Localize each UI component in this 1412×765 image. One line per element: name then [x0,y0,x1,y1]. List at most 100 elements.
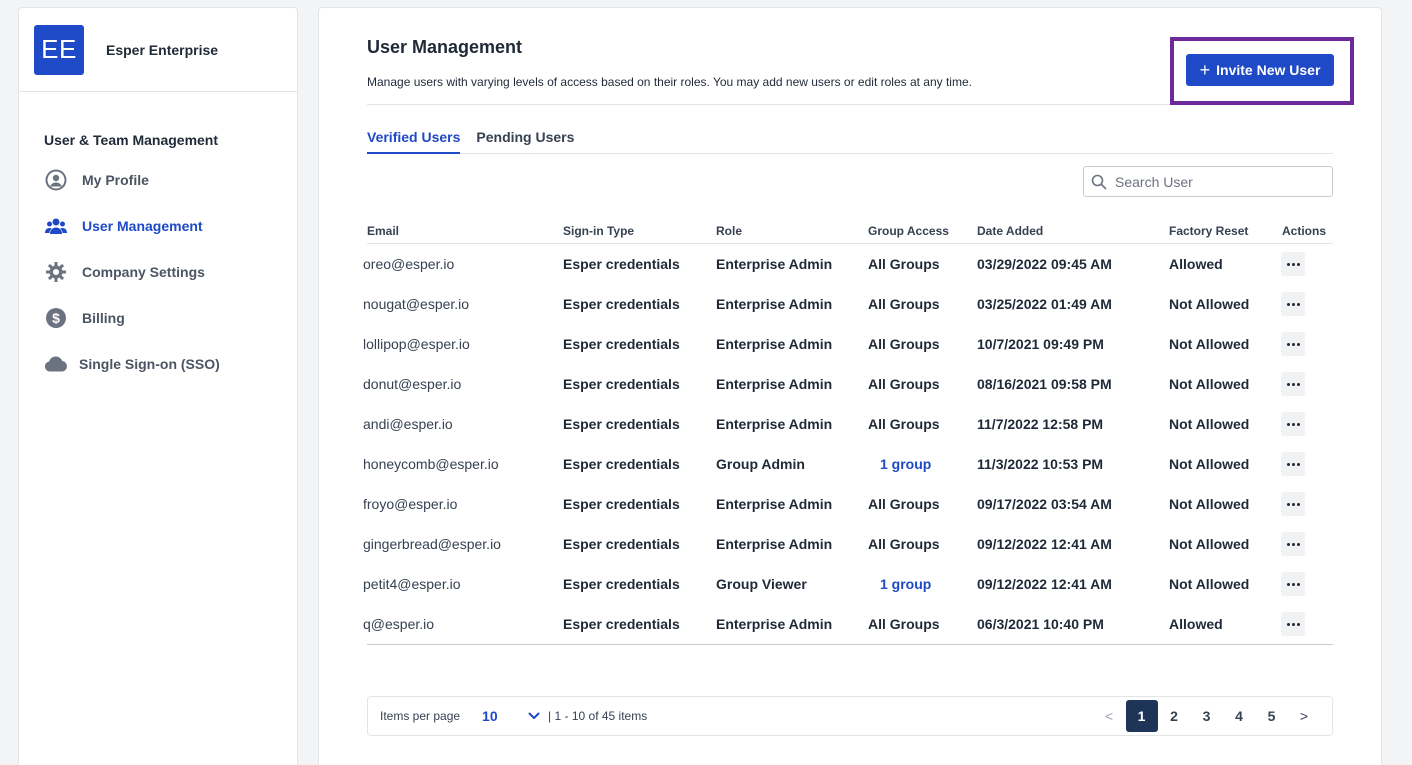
table-row: gingerbread@esper.io Esper credentials Ent… [363,524,1333,564]
next-page-button[interactable]: > [1288,700,1320,732]
cell-factory-reset: Not Allowed [1169,496,1250,512]
cell-group-access: All Groups [868,416,940,432]
brand-name: Esper Enterprise [106,41,219,58]
cell-email: q@esper.io [363,616,435,632]
cell-signin-type: Esper credentials [563,256,680,272]
search-input[interactable] [1115,173,1315,190]
cell-group-access[interactable]: 1 group [880,444,931,484]
sidebar-item-billing[interactable]: $ Billing [44,304,297,332]
main-panel: User Management Manage users with varyin… [318,7,1382,765]
table-row: honeycomb@esper.io Esper credentials Group… [363,444,1333,484]
chevron-down-icon [528,707,540,725]
column-header-role[interactable]: Role [716,224,742,238]
more-horizontal-icon [1286,502,1301,506]
cell-role: Enterprise Admin [716,496,833,512]
sidebar-item-my-profile[interactable]: My Profile [44,166,297,194]
row-actions-button[interactable] [1281,452,1305,476]
sidebar-item-label: My Profile [82,172,149,188]
cell-group-access: All Groups [868,296,940,312]
table-row: nougat@esper.io Esper credentials Enterpri… [363,284,1333,324]
table-row: q@esper.io Esper credentials Enterprise Ad… [363,604,1333,644]
cell-signin-type: Esper credentials [563,296,680,312]
cell-email: froyo@esper.io [363,496,458,512]
page-button-1[interactable]: 1 [1125,700,1158,732]
column-header-group-access[interactable]: Group Access [868,224,949,238]
row-actions-button[interactable] [1281,412,1305,436]
cell-date-added: 06/3/2021 10:40 PM [977,616,1104,632]
page-title: User Management [367,37,523,57]
header-divider [367,104,1171,105]
tab-pending-users[interactable]: Pending Users [476,129,574,154]
cell-group-access: All Groups [868,496,940,512]
cell-factory-reset: Not Allowed [1169,336,1250,352]
items-per-page-select[interactable]: 10 [482,707,540,725]
column-header-signin-type[interactable]: Sign-in Type [563,224,634,238]
row-actions-button[interactable] [1281,332,1305,356]
cell-email: oreo@esper.io [363,256,455,272]
cell-factory-reset: Not Allowed [1169,456,1250,472]
sidebar-item-label: User Management [82,218,203,234]
column-header-date-added[interactable]: Date Added [977,224,1043,238]
page-button-5[interactable]: 5 [1256,700,1288,732]
sidebar-item-sso[interactable]: Single Sign-on (SSO) [44,350,297,378]
column-header-factory-reset[interactable]: Factory Reset [1169,224,1248,238]
sidebar-item-user-management[interactable]: User Management [44,212,297,240]
sidebar-item-company-settings[interactable]: Company Settings [44,258,297,286]
cell-email: gingerbread@esper.io [363,536,501,552]
column-header-actions: Actions [1282,224,1327,238]
cell-factory-reset: Not Allowed [1169,296,1250,312]
table-body: oreo@esper.io Esper credentials Enterprise… [363,244,1333,644]
cell-role: Enterprise Admin [716,256,833,272]
cell-email: honeycomb@esper.io [363,456,499,472]
cell-group-access: All Groups [868,536,940,552]
dollar-circle-icon: $ [44,306,68,330]
invite-new-user-button[interactable]: + Invite New User [1186,54,1334,86]
row-actions-button[interactable] [1281,492,1305,516]
row-actions-button[interactable] [1281,372,1305,396]
page-description: Manage users with varying levels of acce… [367,75,972,89]
row-actions-button[interactable] [1281,292,1305,316]
search-icon [1091,174,1111,190]
brand-logo: EE [34,24,84,75]
page-button-4[interactable]: 4 [1223,700,1255,732]
sidebar-item-label: Company Settings [82,264,205,280]
cell-signin-type: Esper credentials [563,336,680,352]
more-horizontal-icon [1286,342,1301,346]
page-buttons: < 1 2 3 4 5 > [1093,700,1321,732]
svg-text:$: $ [52,310,60,326]
sidebar-heading: User & Team Management [44,132,219,148]
cell-factory-reset: Not Allowed [1169,416,1250,432]
cell-factory-reset: Allowed [1169,256,1223,272]
cell-email: nougat@esper.io [363,296,470,312]
cell-factory-reset: Allowed [1169,616,1223,632]
cell-role: Enterprise Admin [716,536,833,552]
row-actions-button[interactable] [1281,252,1305,276]
cell-date-added: 11/7/2022 12:58 PM [977,416,1104,432]
page-button-2[interactable]: 2 [1158,700,1190,732]
cell-group-access: All Groups [868,376,940,392]
more-horizontal-icon [1286,422,1301,426]
page-button-3[interactable]: 3 [1191,700,1223,732]
prev-page-button[interactable]: < [1093,700,1125,732]
row-actions-button[interactable] [1281,572,1305,596]
items-per-page-label: Items per page [380,709,461,723]
cell-date-added: 09/12/2022 12:41 AM [977,536,1112,552]
column-header-email[interactable]: Email [367,224,399,238]
pagination-bar: Items per page 10 | 1 - 10 of 45 items <… [367,696,1333,736]
cell-group-access[interactable]: 1 group [880,564,931,604]
sidebar-item-label: Billing [82,310,125,326]
cell-role: Enterprise Admin [716,376,833,392]
table-bottom-border [367,644,1333,645]
tab-verified-users[interactable]: Verified Users [367,129,461,154]
cell-date-added: 09/17/2022 03:54 AM [977,496,1112,512]
items-per-page-value: 10 [482,708,498,724]
more-horizontal-icon [1286,622,1301,626]
table-row: lollipop@esper.io Esper credentials Enterp… [363,324,1333,364]
row-actions-button[interactable] [1281,532,1305,556]
row-actions-button[interactable] [1281,612,1305,636]
invite-button-label: Invite New User [1216,62,1321,78]
cell-group-access: All Groups [868,616,940,632]
cell-group-access: All Groups [868,336,940,352]
table-row: oreo@esper.io Esper credentials Enterprise… [363,244,1333,284]
cell-signin-type: Esper credentials [563,576,680,592]
